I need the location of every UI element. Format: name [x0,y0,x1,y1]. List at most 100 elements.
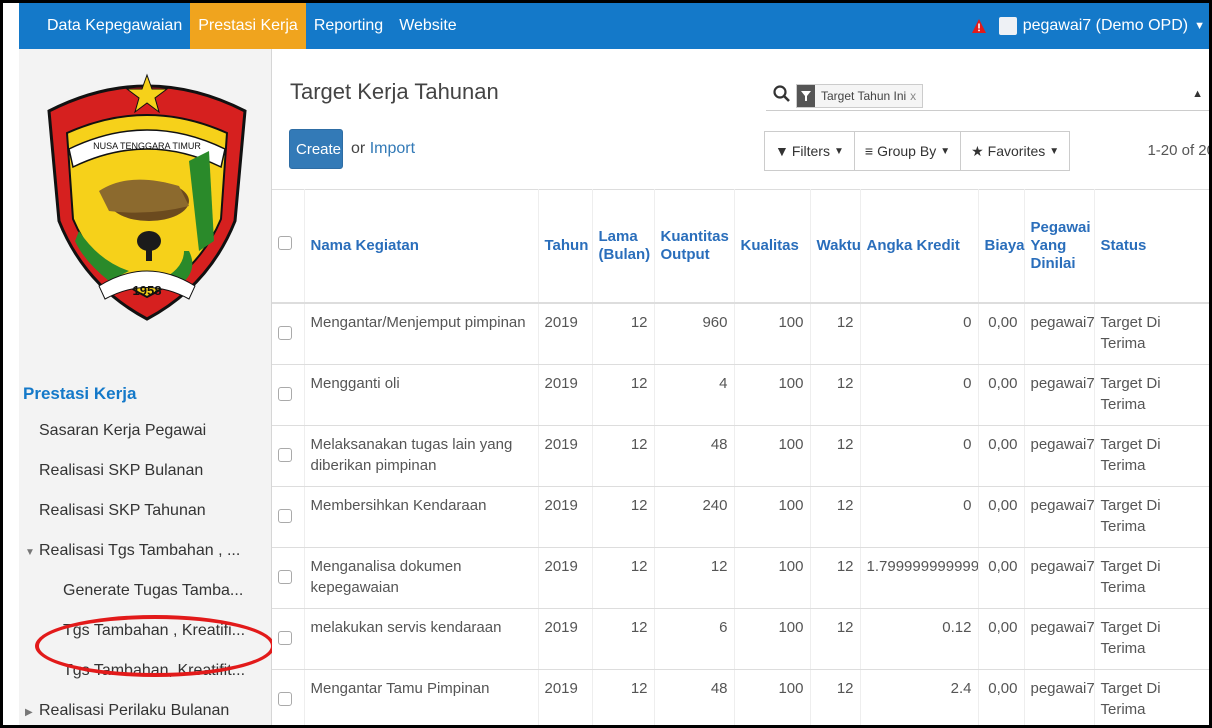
search-toggle-arrow-icon[interactable]: ▲ [1192,88,1203,100]
row-checkbox[interactable] [278,508,292,523]
import-link-area: or Import [351,140,415,158]
table-cell: 12 [810,547,861,609]
row-select-cell [272,547,305,609]
table-cell: Target Di Terima [1094,303,1209,365]
nav-prestasi-kerja[interactable]: Prestasi Kerja [190,3,306,49]
table-row[interactable]: Mengganti oli 2019 12 4 100 12 0 0,00 pegawai7 Ta… [272,364,1209,426]
nav-website[interactable]: Website [391,3,465,49]
list-icon: ≡ [864,143,874,159]
import-link[interactable]: Import [370,140,415,157]
table-cell: 0,00 [978,608,1025,670]
table-cell: pegawai7 [1024,303,1095,365]
table-cell: Target Di Terima [1094,608,1209,670]
row-checkbox[interactable] [278,569,292,584]
table-cell: Menganalisa dokumen kepegawaian [304,547,539,609]
filters-button[interactable]: ▼ Filters ▼ [764,131,855,171]
nav-data-kepegawaian[interactable]: Data Kepegawaian [19,3,190,49]
table-cell: 100 [734,547,811,609]
table-cell: Membersihkan Kendaraan [304,486,539,548]
window-edge [3,3,19,725]
groupby-button[interactable]: ≡ Group By ▼ [853,131,962,171]
row-checkbox[interactable] [278,691,292,706]
column-header[interactable]: Kualitas [734,189,811,304]
sidebar-item-generate-tugas[interactable]: Generate Tugas Tamba... [19,571,269,611]
facet-text: Target Tahun Ini [821,89,907,103]
column-header[interactable]: Biaya [978,189,1025,304]
warning-icon[interactable] [971,18,987,34]
column-header[interactable]: Pegawai Yang Dinilai [1024,189,1095,304]
list-view-table: Nama Kegiatan Tahun Lama (Bulan) Kuantit… [272,189,1209,725]
table-cell: 0,00 [978,669,1025,725]
sidebar-item-label: Realisasi Tgs Tambahan , ... [39,542,241,559]
create-button[interactable]: Create [289,129,343,169]
column-header[interactable]: Lama (Bulan) [592,189,655,304]
sidebar-item-label: Sasaran Kerja Pegawai [39,422,207,439]
table-cell: 12 [592,669,655,725]
search-options: ▼ Filters ▼ ≡ Group By ▼ ★ Favorites ▼ [764,131,1071,171]
column-header[interactable]: Status [1094,189,1209,304]
sidebar-item-tgs-tambahan-2[interactable]: Tgs Tambahan, Kreatifit... [19,651,269,691]
row-select-cell [272,425,305,487]
table-row[interactable]: Mengantar/Menjemput pimpinan 2019 12 960 100… [272,303,1209,365]
sidebar-item-realisasi-skp-tahunan[interactable]: Realisasi SKP Tahunan [19,491,269,531]
row-checkbox[interactable] [278,326,292,340]
sidebar-item-realisasi-skp-bulanan[interactable]: Realisasi SKP Bulanan [19,451,269,491]
sidebar: NUSA TENGGARA TIMUR 1958 Prestasi Kerja … [19,49,272,725]
search-facet[interactable]: Target Tahun Ini x [796,84,924,108]
facet-remove-button[interactable]: x [910,89,916,103]
table-cell: Target Di Terima [1094,669,1209,725]
chevron-down-icon: ▼ [833,145,844,157]
table-cell: 6 [654,608,735,670]
chevron-down-icon: ▼ [1194,20,1205,32]
row-checkbox[interactable] [278,447,292,462]
main-content: Target Kerja Tahunan Target Tahun Ini x … [272,49,1209,725]
column-header[interactable]: Angka Kredit [860,189,979,304]
nav-reporting[interactable]: Reporting [306,3,391,49]
select-all-checkbox[interactable] [278,236,292,250]
caret-right-icon: ▶ [25,707,33,718]
column-header[interactable]: Kuantitas Output [654,189,735,304]
favorites-label: Favorites [987,143,1046,159]
row-checkbox[interactable] [278,630,292,645]
table-cell: Mengantar/Menjemput pimpinan [304,303,539,365]
top-right-area: pegawai7 (Demo OPD) ▼ [971,3,1205,49]
table-cell: 0 [860,425,979,487]
svg-text:1958: 1958 [133,283,162,298]
sidebar-menu: Prestasi Kerja Sasaran Kerja Pegawai Rea… [19,377,269,725]
row-select-cell [272,669,305,725]
table-cell: 12 [592,608,655,670]
sidebar-item-sasaran-kerja[interactable]: Sasaran Kerja Pegawai [19,411,269,451]
table-cell: Mengantar Tamu Pimpinan [304,669,539,725]
column-header[interactable]: Waktu [810,189,861,304]
table-row[interactable]: Mengantar Tamu Pimpinan 2019 12 48 100 12 2.4 0… [272,669,1209,725]
table-cell: 2019 [538,669,593,725]
page-title: Target Kerja Tahunan [290,79,499,104]
pager-value[interactable]: 1-20 of 20 [1147,142,1209,159]
column-header[interactable]: Nama Kegiatan [304,189,539,304]
sidebar-item-tgs-tambahan-1[interactable]: Tgs Tambahan , Kreatifi... [19,611,269,651]
search-bar[interactable]: Target Tahun Ini x ▲ [766,82,1209,111]
table-cell: 12 [592,364,655,426]
search-icon [773,85,790,102]
table-cell: 4 [654,364,735,426]
user-menu[interactable]: pegawai7 (Demo OPD) ▼ [998,17,1205,35]
table-cell: pegawai7 [1024,425,1095,487]
table-cell: 12 [810,486,861,548]
sidebar-item-label: Realisasi SKP Bulanan [39,462,204,479]
table-cell: 2019 [538,303,593,365]
company-logo: NUSA TENGGARA TIMUR 1958 [47,73,247,321]
sidebar-item-realisasi-tgs-tambahan[interactable]: ▼ Realisasi Tgs Tambahan , ... [19,531,269,571]
sidebar-item-realisasi-perilaku[interactable]: ▶ Realisasi Perilaku Bulanan [19,691,269,725]
table-cell: Mengganti oli [304,364,539,426]
table-row[interactable]: melakukan servis kendaraan 2019 12 6 100 12 0.… [272,608,1209,670]
table-row[interactable]: Membersihkan Kendaraan 2019 12 240 100 12 0 0,0… [272,486,1209,548]
user-name: pegawai7 (Demo OPD) [1022,17,1189,34]
table-cell: 1.7999999999999998 [860,547,979,609]
table-row[interactable]: Menganalisa dokumen kepegawaian 2019 12 12 1… [272,547,1209,609]
table-row[interactable]: Melaksanakan tugas lain yang diberikan p… [272,425,1209,487]
table-cell: 100 [734,364,811,426]
favorites-button[interactable]: ★ Favorites ▼ [960,131,1071,171]
row-checkbox[interactable] [278,386,292,401]
column-header[interactable]: Tahun [538,189,593,304]
table-cell: pegawai7 [1024,364,1095,426]
